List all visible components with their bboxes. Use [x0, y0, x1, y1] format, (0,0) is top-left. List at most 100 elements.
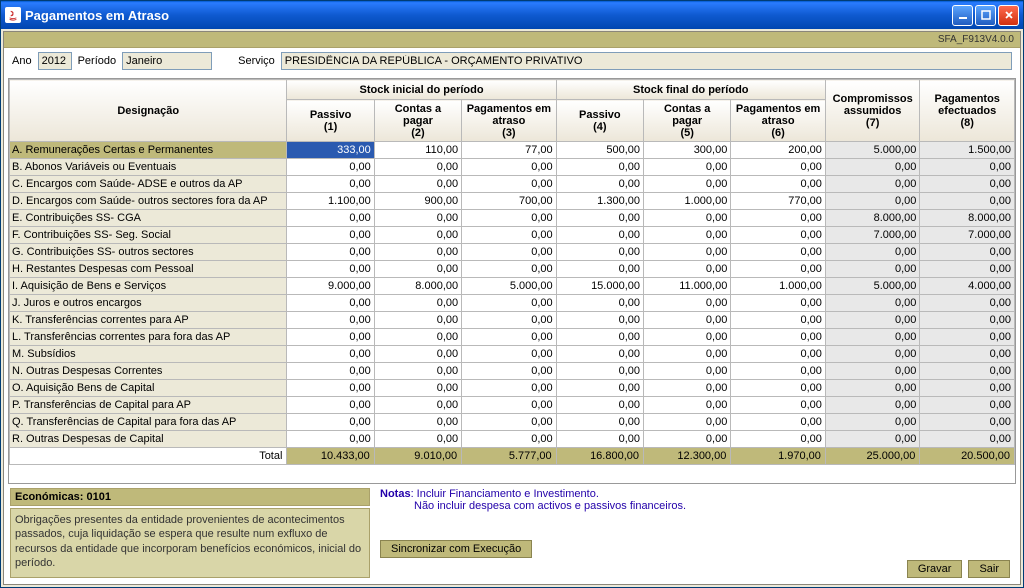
cell[interactable]: 0,00	[287, 227, 374, 244]
cell[interactable]: 0,00	[731, 414, 826, 431]
cell[interactable]: 0,00	[731, 346, 826, 363]
cell[interactable]: 0,00	[825, 346, 920, 363]
cell[interactable]: 0,00	[462, 414, 557, 431]
cell[interactable]: 0,00	[644, 210, 731, 227]
cell[interactable]: 0,00	[556, 346, 643, 363]
cell[interactable]: 0,00	[731, 397, 826, 414]
minimize-button[interactable]	[952, 5, 973, 26]
cell[interactable]: 0,00	[644, 397, 731, 414]
table-row[interactable]: C. Encargos com Saúde- ADSE e outros da …	[10, 176, 1015, 193]
cell[interactable]: 0,00	[644, 414, 731, 431]
cell[interactable]: 0,00	[920, 380, 1015, 397]
cell[interactable]: 4.000,00	[920, 278, 1015, 295]
header-passivo1[interactable]: Passivo(1)	[287, 100, 374, 142]
cell[interactable]: 0,00	[731, 159, 826, 176]
cell[interactable]: 1.000,00	[644, 193, 731, 210]
table-row[interactable]: I. Aquisição de Bens e Serviços9.000,008…	[10, 278, 1015, 295]
cell[interactable]: 0,00	[374, 227, 461, 244]
cell[interactable]: 0,00	[825, 414, 920, 431]
cell[interactable]: 0,00	[374, 261, 461, 278]
cell[interactable]: 0,00	[462, 210, 557, 227]
header-pag3[interactable]: Pagamentos em atraso(3)	[462, 100, 557, 142]
cell[interactable]: 0,00	[374, 244, 461, 261]
maximize-button[interactable]	[975, 5, 996, 26]
cell[interactable]: 0,00	[644, 431, 731, 448]
cell[interactable]: 0,00	[731, 210, 826, 227]
cell[interactable]: 5.000,00	[825, 278, 920, 295]
cell[interactable]: 0,00	[825, 431, 920, 448]
cell[interactable]: 0,00	[920, 261, 1015, 278]
table-row[interactable]: H. Restantes Despesas com Pessoal0,000,0…	[10, 261, 1015, 278]
cell[interactable]: 0,00	[920, 397, 1015, 414]
periodo-field[interactable]	[122, 52, 212, 70]
cell[interactable]: 0,00	[374, 295, 461, 312]
table-row[interactable]: Q. Transferências de Capital para fora d…	[10, 414, 1015, 431]
sincronizar-button[interactable]: Sincronizar com Execução	[380, 540, 532, 558]
cell[interactable]: 0,00	[825, 159, 920, 176]
gravar-button[interactable]: Gravar	[907, 560, 963, 578]
header-compromissos[interactable]: Compromissos assumidos(7)	[825, 80, 920, 142]
cell[interactable]: 0,00	[287, 346, 374, 363]
cell[interactable]: 0,00	[287, 176, 374, 193]
cell[interactable]: 0,00	[374, 329, 461, 346]
cell[interactable]: 8.000,00	[374, 278, 461, 295]
cell[interactable]: 11.000,00	[644, 278, 731, 295]
table-row[interactable]: E. Contribuições SS- CGA0,000,000,000,00…	[10, 210, 1015, 227]
header-stock-final[interactable]: Stock final do período	[556, 80, 825, 100]
cell[interactable]: 0,00	[920, 295, 1015, 312]
cell[interactable]: 0,00	[644, 261, 731, 278]
cell[interactable]: 0,00	[731, 431, 826, 448]
cell[interactable]: 0,00	[825, 329, 920, 346]
cell[interactable]: 1.000,00	[731, 278, 826, 295]
cell[interactable]: 7.000,00	[825, 227, 920, 244]
table-row[interactable]: L. Transferências correntes para fora da…	[10, 329, 1015, 346]
table-row[interactable]: P. Transferências de Capital para AP0,00…	[10, 397, 1015, 414]
cell[interactable]: 0,00	[374, 346, 461, 363]
cell[interactable]: 5.000,00	[825, 142, 920, 159]
cell[interactable]: 0,00	[462, 363, 557, 380]
cell[interactable]: 0,00	[374, 363, 461, 380]
table-row[interactable]: J. Juros e outros encargos0,000,000,000,…	[10, 295, 1015, 312]
cell[interactable]: 0,00	[374, 210, 461, 227]
cell[interactable]: 0,00	[644, 244, 731, 261]
cell[interactable]: 1.300,00	[556, 193, 643, 210]
header-contas2[interactable]: Contas a pagar(2)	[374, 100, 461, 142]
cell[interactable]: 0,00	[462, 244, 557, 261]
cell[interactable]: 0,00	[287, 380, 374, 397]
cell[interactable]: 0,00	[556, 380, 643, 397]
cell[interactable]: 0,00	[374, 414, 461, 431]
cell[interactable]: 0,00	[731, 244, 826, 261]
cell[interactable]: 0,00	[556, 261, 643, 278]
cell[interactable]: 0,00	[556, 176, 643, 193]
cell[interactable]: 0,00	[556, 295, 643, 312]
cell[interactable]: 0,00	[287, 312, 374, 329]
cell[interactable]: 0,00	[825, 380, 920, 397]
cell[interactable]: 15.000,00	[556, 278, 643, 295]
cell[interactable]: 0,00	[731, 380, 826, 397]
cell[interactable]: 1.500,00	[920, 142, 1015, 159]
cell[interactable]: 0,00	[920, 312, 1015, 329]
cell[interactable]: 0,00	[825, 295, 920, 312]
cell[interactable]: 0,00	[374, 431, 461, 448]
cell[interactable]: 0,00	[825, 312, 920, 329]
cell[interactable]: 0,00	[462, 261, 557, 278]
cell[interactable]: 0,00	[287, 261, 374, 278]
table-row[interactable]: K. Transferências correntes para AP0,000…	[10, 312, 1015, 329]
cell[interactable]: 0,00	[462, 227, 557, 244]
cell[interactable]: 0,00	[556, 210, 643, 227]
cell[interactable]: 0,00	[644, 312, 731, 329]
cell[interactable]: 0,00	[556, 431, 643, 448]
cell[interactable]: 0,00	[644, 176, 731, 193]
cell[interactable]: 8.000,00	[920, 210, 1015, 227]
cell[interactable]: 0,00	[287, 244, 374, 261]
cell[interactable]: 0,00	[731, 261, 826, 278]
cell[interactable]: 0,00	[287, 431, 374, 448]
cell[interactable]: 0,00	[374, 312, 461, 329]
cell[interactable]: 0,00	[374, 380, 461, 397]
cell[interactable]: 0,00	[462, 380, 557, 397]
cell[interactable]: 300,00	[644, 142, 731, 159]
close-button[interactable]	[998, 5, 1019, 26]
cell[interactable]: 0,00	[825, 397, 920, 414]
cell[interactable]: 9.000,00	[287, 278, 374, 295]
cell[interactable]: 0,00	[644, 329, 731, 346]
